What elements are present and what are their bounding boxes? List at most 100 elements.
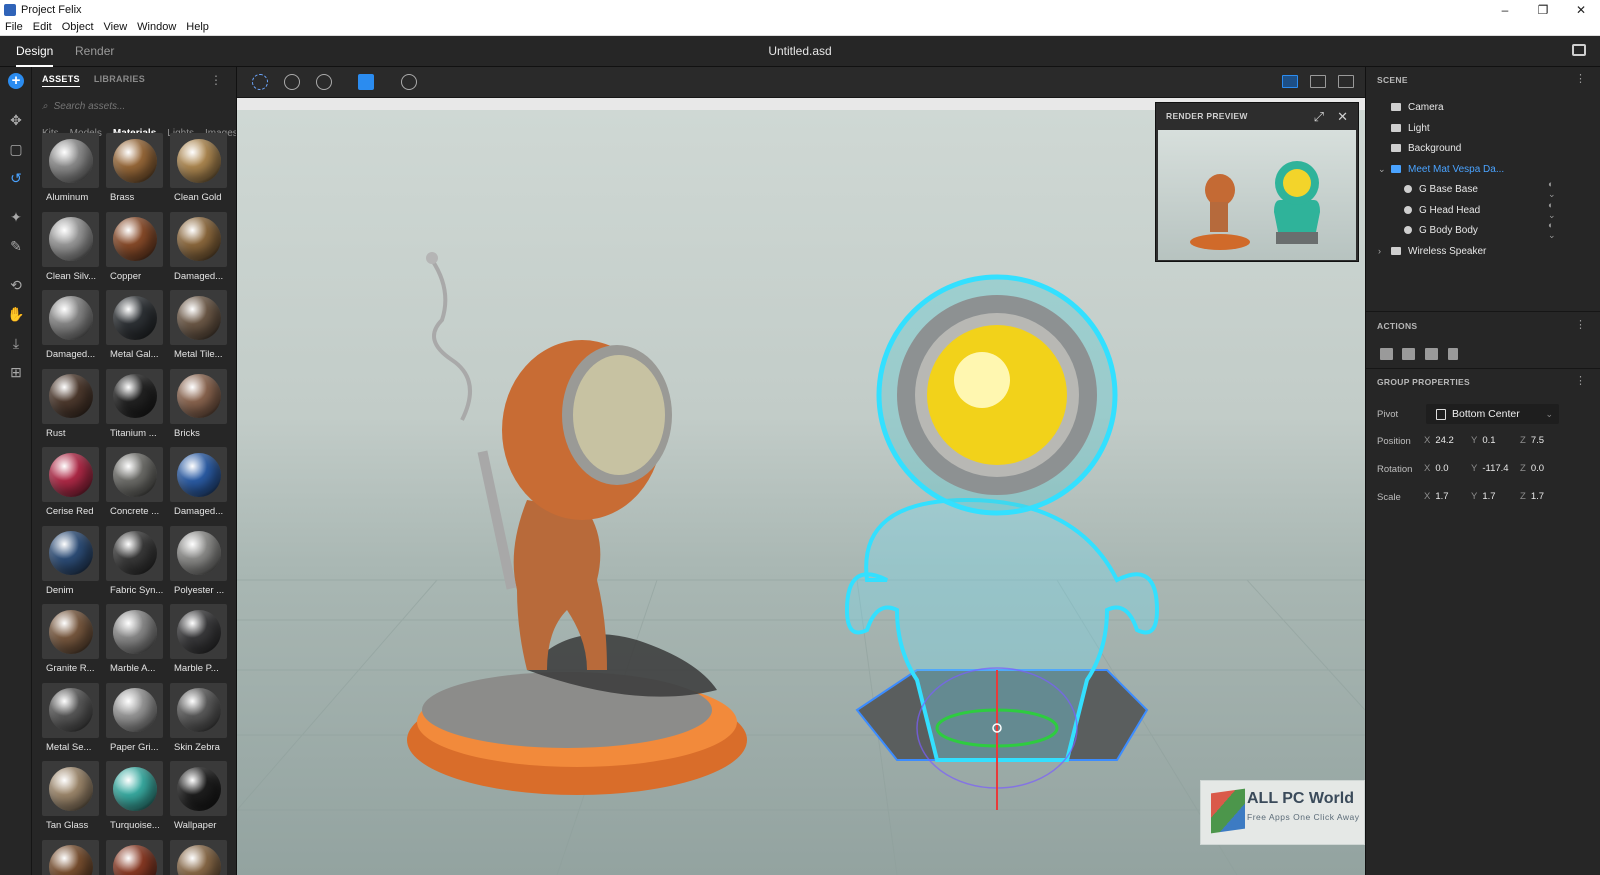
scene-item[interactable]: G Base Base ◐ ⌄ [1404,179,1556,199]
material-tile[interactable]: Granite R... [42,604,99,679]
robot-figure[interactable] [844,274,1160,810]
camera-view-icon[interactable] [1338,75,1354,88]
menu-edit[interactable]: Edit [28,21,57,33]
position-x-field[interactable]: X 24.2 [1424,435,1454,446]
material-tile[interactable]: Wallpaper [170,761,227,836]
menu-help[interactable]: Help [181,21,214,33]
menu-object[interactable]: Object [57,21,99,33]
rotate-tool-icon[interactable]: ↺ [7,169,25,187]
pan-hand-icon[interactable]: ✋ [7,305,25,323]
add-selection-icon[interactable] [284,74,300,90]
material-tile[interactable] [106,839,163,875]
maximize-button[interactable]: ❐ [1524,0,1562,19]
material-tile[interactable]: Denim [42,525,99,601]
scene-item[interactable]: ⌄ Meet Mat Vespa Da... [1378,159,1504,179]
scene-item[interactable]: Camera [1391,97,1444,117]
align-icon[interactable]: ⊞ [7,363,25,381]
expand-icon[interactable]: ⤢ [1314,109,1324,125]
material-tile[interactable]: Aluminum [42,133,99,208]
scene-item[interactable]: Light [1391,118,1430,138]
actions-more-icon[interactable]: ⋮ [1575,318,1586,331]
material-tile[interactable]: Tan Glass [42,761,99,836]
material-dropdown-icon[interactable]: ◐ ⌄ [1548,220,1556,241]
scale-z-field[interactable]: Z 1.7 [1520,491,1544,502]
material-tile[interactable]: Bricks [170,368,227,444]
material-tile[interactable]: Fabric Syn... [106,525,163,601]
fullscreen-icon[interactable] [1310,75,1326,88]
material-tile[interactable]: Marble P... [170,604,227,679]
scale-y-field[interactable]: Y 1.7 [1471,491,1496,502]
delete-icon[interactable] [1380,348,1393,360]
render-preview-toggle-icon[interactable] [1282,75,1298,88]
material-tile[interactable]: Polyester ... [170,525,227,601]
rotation-x-field[interactable]: X 0.0 [1424,463,1449,474]
scene-item[interactable]: G Body Body ◐ ⌄ [1404,220,1556,240]
material-tile[interactable]: Skin Zebra [170,682,227,758]
material-tile[interactable]: Cerise Red [42,447,99,522]
astronaut-figure[interactable] [407,252,747,795]
close-preview-icon[interactable]: ✕ [1337,109,1348,125]
pivot-select[interactable]: Bottom Center ⌄ [1426,404,1559,424]
material-tile[interactable]: Clean Gold [170,133,227,208]
tab-render[interactable]: Render [75,36,114,67]
feedback-icon[interactable] [1572,44,1586,56]
eyedropper-action-icon[interactable] [1448,348,1458,360]
select-object-icon[interactable] [358,74,374,90]
scene-item[interactable]: › Wireless Speaker [1378,241,1486,261]
add-icon[interactable]: + [8,73,24,89]
tab-libraries[interactable]: LIBRARIES [94,74,145,87]
snap-icon[interactable] [401,74,417,90]
material-tile[interactable]: Copper [106,211,163,287]
rotation-y-field[interactable]: Y -117.4 [1471,463,1509,474]
material-tile[interactable]: Metal Gal... [106,290,163,365]
group-properties-more-icon[interactable]: ⋮ [1575,374,1586,387]
minimize-button[interactable]: – [1486,0,1524,19]
drop-to-ground-icon[interactable]: ⤓ [7,334,25,352]
material-tile[interactable]: Rust [42,368,99,444]
eyedropper-icon[interactable]: ✎ [7,237,25,255]
material-tile[interactable]: Damaged... [42,290,99,365]
orbit-icon[interactable]: ⟲ [7,276,25,294]
material-tile[interactable]: Metal Tile... [170,290,227,365]
position-y-field[interactable]: Y 0.1 [1471,435,1496,446]
scene-item-label: G Body Body [1419,224,1478,236]
material-swatch [170,761,227,816]
subtract-selection-icon[interactable] [316,74,332,90]
marquee-select-icon[interactable] [252,74,268,90]
scene-item[interactable]: Background [1391,138,1461,158]
material-dropdown-icon[interactable]: ◐ ⌄ [1548,179,1556,200]
search-input[interactable] [53,100,204,112]
material-tile[interactable] [42,839,99,875]
material-tile[interactable]: Metal Se... [42,682,99,758]
material-tile[interactable] [170,839,227,875]
material-tile[interactable]: Paper Gri... [106,682,163,758]
material-tile[interactable]: Marble A... [106,604,163,679]
material-tile[interactable]: Clean Silv... [42,211,99,287]
chevron-right-icon[interactable]: › [1378,246,1381,256]
material-tile[interactable]: Turquoise... [106,761,163,836]
group-icon[interactable] [1402,348,1415,360]
position-z-field[interactable]: Z 7.5 [1520,435,1544,446]
menu-window[interactable]: Window [132,21,181,33]
tab-design[interactable]: Design [16,36,54,67]
chevron-down-icon[interactable]: ⌄ [1378,164,1386,175]
scene-item[interactable]: G Head Head ◐ ⌄ [1404,200,1556,220]
ungroup-icon[interactable] [1425,348,1438,360]
material-tile[interactable]: Brass [106,133,163,208]
assets-more-icon[interactable]: ⋮ [210,73,222,87]
material-dropdown-icon[interactable]: ◐ ⌄ [1548,200,1556,221]
material-tile[interactable]: Titanium ... [106,368,163,444]
select-tool-icon[interactable]: ▢ [7,140,25,158]
scene-more-icon[interactable]: ⋮ [1575,72,1586,85]
menu-view[interactable]: View [99,21,133,33]
magic-wand-icon[interactable]: ✦ [7,208,25,226]
menu-file[interactable]: File [0,21,28,33]
material-tile[interactable]: Concrete ... [106,447,163,522]
material-tile[interactable]: Damaged... [170,447,227,522]
tab-assets[interactable]: ASSETS [42,74,80,87]
rotation-z-field[interactable]: Z 0.0 [1520,463,1544,474]
move-tool-icon[interactable]: ✥ [7,111,25,129]
material-tile[interactable]: Damaged... [170,211,227,287]
scale-x-field[interactable]: X 1.7 [1424,491,1449,502]
close-button[interactable]: ✕ [1562,0,1600,19]
